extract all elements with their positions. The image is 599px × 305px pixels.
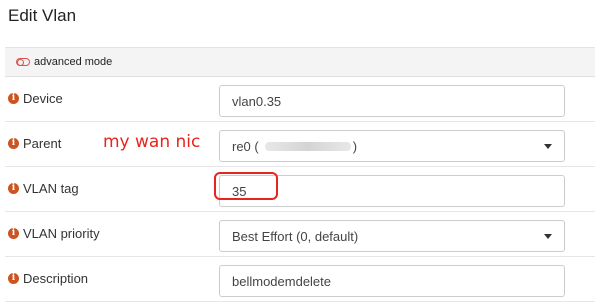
- device-row: i Device vlan0.35: [5, 77, 595, 122]
- redacted-mac: [264, 141, 351, 151]
- parent-label: Parent: [23, 136, 62, 151]
- vlan-tag-label: VLAN tag: [23, 181, 79, 196]
- vlan-priority-row: i VLAN priority Best Effort (0, default): [5, 212, 595, 257]
- toggle-off-icon[interactable]: [16, 58, 30, 66]
- description-row: i Description bellmodemdelete: [5, 257, 595, 302]
- vlan-priority-select[interactable]: Best Effort (0, default): [219, 220, 565, 252]
- vlan-tag-label-wrap: i VLAN tag: [8, 181, 79, 196]
- advanced-mode-label: advanced mode: [34, 56, 113, 68]
- edit-vlan-form: advanced mode i Device vlan0.35 i Parent…: [5, 47, 595, 302]
- vlan-priority-value: Best Effort (0, default): [232, 228, 359, 244]
- parent-label-wrap: i Parent: [8, 136, 61, 151]
- info-circle-icon[interactable]: i: [8, 228, 19, 239]
- description-label: Description: [23, 271, 89, 286]
- info-circle-icon[interactable]: i: [8, 138, 19, 149]
- parent-row: i Parent my wan nic re0 ( ): [5, 122, 595, 167]
- device-input[interactable]: vlan0.35: [219, 85, 565, 117]
- info-circle-icon[interactable]: i: [8, 273, 19, 284]
- description-input[interactable]: bellmodemdelete: [219, 265, 565, 297]
- advanced-mode-toggle[interactable]: advanced mode: [5, 48, 595, 77]
- page-title: Edit Vlan: [8, 6, 77, 25]
- info-circle-icon[interactable]: i: [8, 93, 19, 104]
- description-value: bellmodemdelete: [232, 273, 332, 289]
- info-circle-icon[interactable]: i: [8, 183, 19, 194]
- device-label: Device: [23, 91, 63, 106]
- device-value: vlan0.35: [232, 93, 282, 109]
- parent-value-suffix: ): [352, 138, 358, 154]
- vlan-tag-row: i VLAN tag 35: [5, 167, 595, 212]
- caret-down-icon: [544, 234, 552, 239]
- vlan-priority-label: VLAN priority: [23, 226, 100, 241]
- vlan-priority-label-wrap: i VLAN priority: [8, 226, 100, 241]
- vlan-tag-highlight-box: [214, 172, 278, 200]
- device-label-wrap: i Device: [8, 91, 63, 106]
- caret-down-icon: [544, 144, 552, 149]
- parent-annotation: my wan nic: [103, 132, 201, 152]
- description-label-wrap: i Description: [8, 271, 88, 286]
- parent-select[interactable]: re0 ( ): [219, 130, 565, 162]
- parent-value: re0 (: [232, 138, 259, 154]
